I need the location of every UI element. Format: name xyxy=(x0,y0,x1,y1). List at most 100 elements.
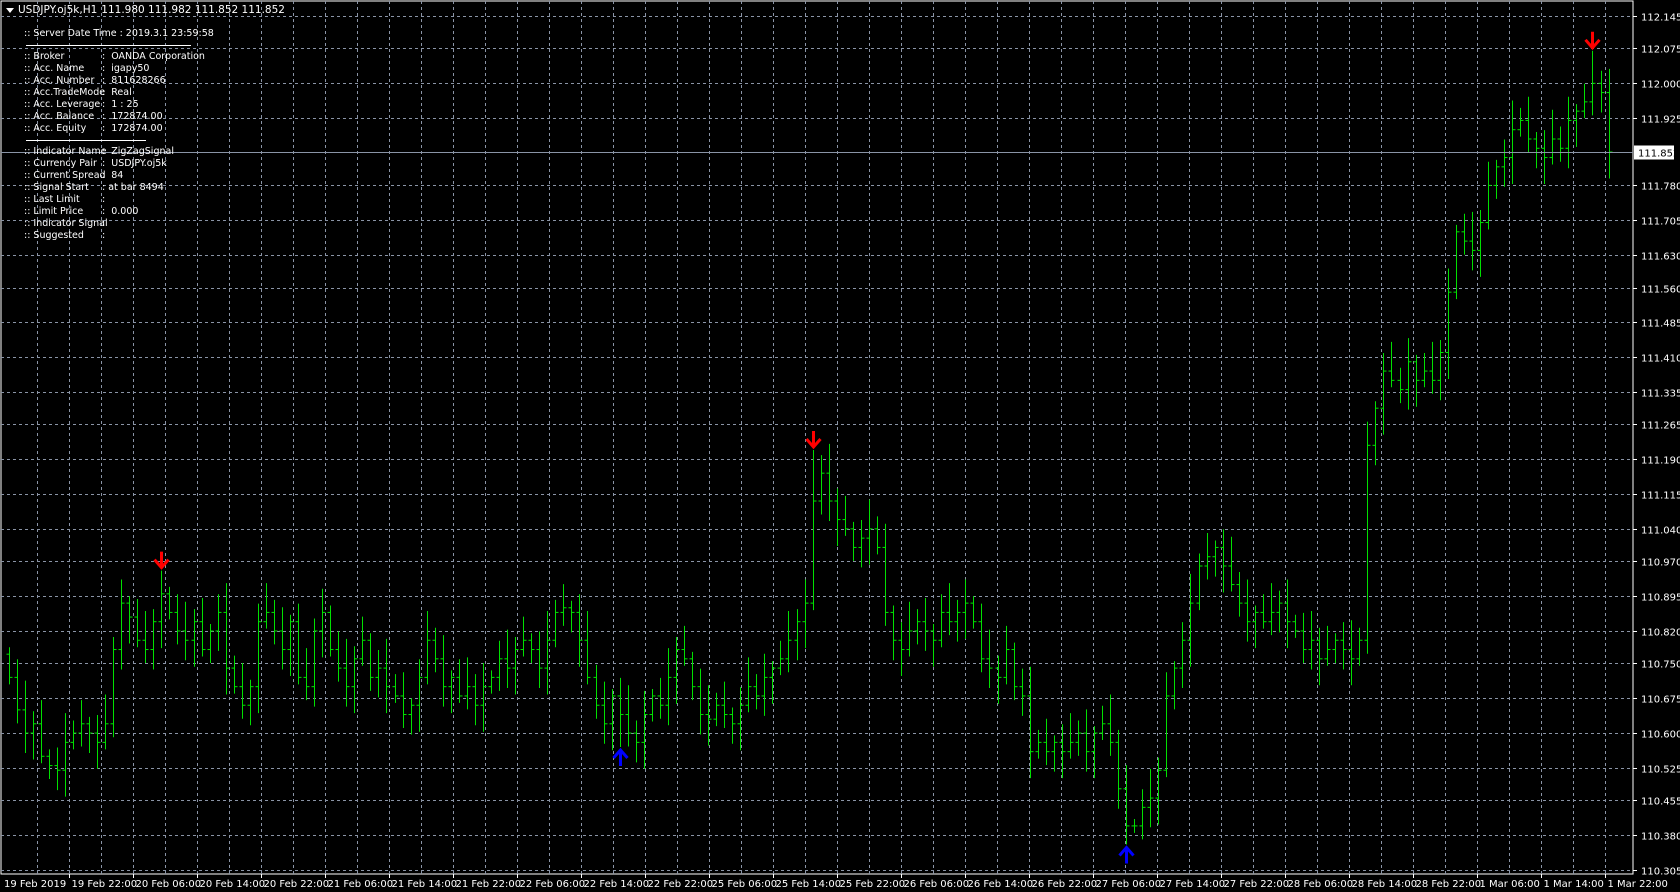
info-row: :: Indicator Name: ZigZagSignal xyxy=(24,146,214,158)
info-row: :: Acc. Name: igapy50 xyxy=(24,63,214,75)
current-price-label: 111.852 xyxy=(1638,149,1679,160)
y-tick-label: 110.895 xyxy=(1641,593,1680,604)
y-tick-label: 111.040 xyxy=(1641,526,1680,537)
x-tick-label: 28 Feb 06:00 xyxy=(1288,879,1354,890)
y-tick-label: 111.705 xyxy=(1641,217,1680,228)
y-tick-label: 111.780 xyxy=(1641,182,1680,193)
info-label: :: Limit Price xyxy=(24,206,84,217)
info-row: :: Current Spread: 84 xyxy=(24,170,214,182)
info-label: :: Acc. Balance xyxy=(24,111,95,122)
y-tick-label: 112.075 xyxy=(1641,45,1680,56)
y-tick-label: 111.925 xyxy=(1641,115,1680,126)
y-tick-label: 111.265 xyxy=(1641,421,1680,432)
y-tick-label: 111.115 xyxy=(1641,491,1680,502)
info-value: : OANDA Corporation xyxy=(102,51,205,62)
x-tick-label: 22 Feb 06:00 xyxy=(520,879,586,890)
x-tick-label: 25 Feb 14:00 xyxy=(776,879,842,890)
info-value: : 0.000 xyxy=(102,206,139,217)
account-info: :: Broker : OANDA Corporation:: Acc. Name… xyxy=(24,51,214,135)
symbol-label: USDJPY.oj5k,H1 xyxy=(18,4,98,16)
info-row: :: Broker : OANDA Corporation xyxy=(24,51,214,63)
x-tick-label: 19 Feb 2019 xyxy=(4,879,66,890)
info-value: : 172874.00 xyxy=(102,123,163,134)
info-row: :: Last Limit: xyxy=(24,194,214,206)
y-tick-label: 110.305 xyxy=(1641,867,1680,878)
info-value: : Real xyxy=(102,87,132,98)
buy-arrow-icon xyxy=(612,747,629,767)
y-tick-label: 112.000 xyxy=(1641,80,1680,91)
y-tick-label: 112.145 xyxy=(1641,13,1680,24)
info-label: :: Acc.TradeMode xyxy=(24,87,106,98)
x-tick-label: 22 Feb 22:00 xyxy=(648,879,714,890)
sell-arrow-icon xyxy=(805,430,822,450)
y-tick-label: 110.750 xyxy=(1641,660,1680,671)
info-value: : 172874.00 xyxy=(102,111,163,122)
y-tick-label: 110.525 xyxy=(1641,765,1680,776)
y-tick-label: 110.600 xyxy=(1641,730,1680,741)
info-row: :: Indicator Signal: xyxy=(24,218,214,230)
y-tick-label: 111.190 xyxy=(1641,456,1680,467)
x-tick-label: 28 Feb 14:00 xyxy=(1352,879,1418,890)
x-tick-label: 25 Feb 22:00 xyxy=(840,879,906,890)
y-tick-label: 110.970 xyxy=(1641,558,1680,569)
info-panel: :: Server Date Time : 2019.3.1 23:59:58 … xyxy=(24,28,214,242)
info-value: : igapy50 xyxy=(102,63,150,74)
info-value: : 84 xyxy=(102,170,124,181)
buy-arrow-icon xyxy=(1118,845,1135,864)
x-tick-label: 20 Feb 14:00 xyxy=(200,879,266,890)
x-tick-label: 20 Feb 22:00 xyxy=(264,879,330,890)
info-label: :: Indicator Signal xyxy=(24,218,108,229)
divider xyxy=(26,140,146,141)
info-label: :: Suggested xyxy=(24,230,84,241)
info-label: :: Current Spread xyxy=(24,170,106,181)
y-tick-label: 110.820 xyxy=(1641,628,1680,639)
y-tick-label: 111.485 xyxy=(1641,319,1680,330)
info-row: :: Limit Price : 0.000 xyxy=(24,206,214,218)
collapse-triangle-icon[interactable] xyxy=(6,7,14,13)
info-row: :: Acc. Balance : 172874.00 xyxy=(24,111,214,123)
info-value: : ZigZagSignal xyxy=(102,146,174,157)
info-label: :: Signal Start xyxy=(24,182,89,193)
sell-arrow-icon xyxy=(1584,31,1601,51)
info-value: : xyxy=(102,230,106,241)
info-value: : xyxy=(102,194,106,205)
info-value: : USDJPY.oj5k xyxy=(102,158,167,169)
ohlc-label: 111.980 111.982 111.852 111.852 xyxy=(101,4,285,16)
info-value: : 1 : 25 xyxy=(102,99,139,110)
x-tick-label: 27 Feb 22:00 xyxy=(1224,879,1290,890)
x-tick-label: 19 Feb 22:00 xyxy=(72,879,138,890)
info-value: : xyxy=(102,218,106,229)
x-tick-label: 26 Feb 06:00 xyxy=(904,879,970,890)
y-tick-label: 111.560 xyxy=(1641,285,1680,296)
x-tick-label: 1 Mar 14:00 xyxy=(1544,879,1604,890)
x-tick-label: 22 Feb 14:00 xyxy=(584,879,650,890)
indicator-info: :: Indicator Name: ZigZagSignal:: Curren… xyxy=(24,146,214,242)
x-tick-label: 20 Feb 06:00 xyxy=(136,879,202,890)
divider xyxy=(26,45,191,46)
y-tick-label: 110.380 xyxy=(1641,832,1680,843)
info-label: :: Broker xyxy=(24,51,65,62)
info-row: :: Currency Pair : USDJPY.oj5k xyxy=(24,158,214,170)
info-value: : at bar 8494 xyxy=(102,182,164,193)
server-time: :: Server Date Time : 2019.3.1 23:59:58 xyxy=(24,28,214,39)
info-value: : 811628266 xyxy=(102,75,166,86)
y-tick-label: 111.335 xyxy=(1641,389,1680,400)
x-tick-label: 1 Mar 22:00 xyxy=(1608,879,1668,890)
info-label: :: Currency Pair xyxy=(24,158,97,169)
info-row: :: Acc. Leverage: 1 : 25 xyxy=(24,99,214,111)
info-row: :: Signal Start : at bar 8494 xyxy=(24,182,214,194)
x-tick-label: 27 Feb 14:00 xyxy=(1160,879,1226,890)
info-row: :: Suggested: xyxy=(24,230,214,242)
chart-header: USDJPY.oj5k,H1 111.980 111.982 111.852 1… xyxy=(6,4,285,16)
price-chart[interactable]: 112.145 112.075 112.000 111.925 111.780 111.7… xyxy=(0,0,1680,892)
x-tick-label: 27 Feb 06:00 xyxy=(1096,879,1162,890)
x-tick-label: 26 Feb 22:00 xyxy=(1032,879,1098,890)
x-tick-label: 26 Feb 14:00 xyxy=(968,879,1034,890)
x-tick-label: 28 Feb 22:00 xyxy=(1416,879,1482,890)
info-label: :: Acc. Number xyxy=(24,75,95,86)
x-tick-label: 21 Feb 06:00 xyxy=(328,879,394,890)
info-label: :: Acc. Leverage xyxy=(24,99,101,110)
info-label: :: Indicator Name xyxy=(24,146,107,157)
info-row: :: Acc.TradeMode: Real xyxy=(24,87,214,99)
y-tick-label: 110.675 xyxy=(1641,695,1680,706)
